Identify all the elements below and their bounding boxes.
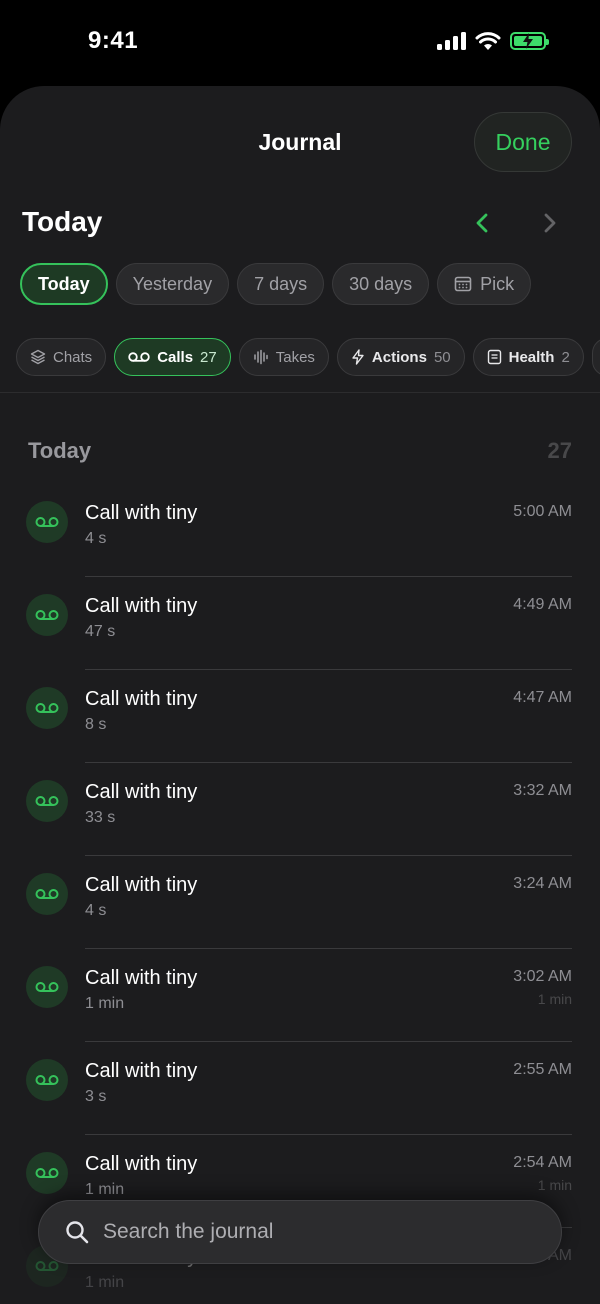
status-bar: 9:41 — [0, 0, 600, 86]
voicemail-icon — [128, 352, 150, 362]
call-duration: 47 s — [85, 623, 116, 640]
chip-label: 30 days — [349, 273, 413, 294]
chip-label: Health — [508, 348, 555, 366]
voicemail-icon — [26, 873, 68, 915]
call-time: 3:02 AM — [513, 968, 572, 985]
call-row[interactable]: Call with tiny 4 s 3:24 AM — [0, 856, 600, 949]
date-heading: Today — [22, 206, 103, 237]
search-icon — [66, 1221, 89, 1244]
filter-chip-more[interactable] — [591, 338, 600, 376]
filter-chip-health[interactable]: Health 2 — [472, 338, 584, 376]
call-time: 3:24 AM — [513, 875, 572, 892]
chip-count: 2 — [561, 348, 570, 366]
range-chip-yesterday[interactable]: Yesterday — [115, 263, 230, 305]
status-icons — [437, 31, 549, 51]
search-bar[interactable]: Search the journal — [38, 1200, 562, 1264]
chevron-left-icon — [476, 213, 488, 233]
call-row[interactable]: Call with tiny 8 s 4:47 AM — [0, 670, 600, 763]
range-chip-30-days[interactable]: 30 days — [332, 263, 430, 305]
call-title: Call with tiny — [85, 688, 198, 710]
journal-sheet: Journal Done Today Today Yesterday 7 day… — [0, 86, 600, 1304]
call-duration: 3 s — [85, 1088, 107, 1105]
call-duration: 1 min — [85, 1274, 125, 1291]
range-chips: Today Yesterday 7 days 30 days Pick — [20, 263, 532, 305]
call-list: Call with tiny 4 s 5:00 AM Call with tiny 47… — [0, 484, 600, 1304]
battery-icon — [510, 32, 549, 50]
layers-icon — [30, 349, 46, 365]
chip-label: Yesterday — [132, 273, 213, 294]
call-time: 3:32 AM — [513, 782, 572, 799]
call-row[interactable]: Call with tiny 33 s 3:32 AM — [0, 763, 600, 856]
chip-label: Actions — [371, 348, 427, 366]
chip-label: Calls — [157, 348, 194, 366]
clipboard-icon — [487, 349, 501, 365]
call-time: 2:54 AM — [513, 1154, 572, 1171]
call-title: Call with tiny — [85, 781, 198, 803]
date-navigation: Today — [0, 200, 600, 258]
sheet-header: Journal Done — [0, 86, 600, 200]
done-button[interactable]: Done — [474, 112, 572, 172]
call-title: Call with tiny — [85, 1153, 198, 1175]
voicemail-icon — [26, 1152, 68, 1194]
section-count: 27 — [547, 438, 572, 463]
range-chip-today[interactable]: Today — [20, 263, 108, 305]
voicemail-icon — [26, 1059, 68, 1101]
filter-chip-takes[interactable]: Takes — [238, 338, 329, 376]
call-duration: 8 s — [85, 716, 107, 733]
call-row[interactable]: Call with tiny 47 s 4:49 AM — [0, 577, 600, 670]
call-row[interactable]: Call with tiny 3 s 2:55 AM — [0, 1042, 600, 1135]
range-chip-7-days[interactable]: 7 days — [237, 263, 325, 305]
call-title: Call with tiny — [85, 1060, 198, 1082]
chip-label: Chats — [53, 348, 93, 366]
call-title: Call with tiny — [85, 874, 198, 896]
wifi-icon — [475, 31, 501, 50]
call-time: 2:55 AM — [513, 1061, 572, 1078]
call-duration: 33 s — [85, 809, 116, 826]
chip-label: Pick — [480, 273, 515, 294]
call-duration: 4 s — [85, 902, 107, 919]
waveform-icon — [253, 349, 268, 365]
call-time: 4:47 AM — [513, 689, 572, 706]
section-title: Today — [28, 438, 92, 463]
filter-chip-chats[interactable]: Chats — [16, 338, 107, 376]
call-title: Call with tiny — [85, 967, 198, 989]
previous-day-button[interactable] — [470, 210, 496, 236]
call-duration: 4 s — [85, 530, 107, 547]
chip-label: Today — [38, 273, 90, 294]
call-time-duration: 1 min — [537, 1177, 572, 1193]
chip-count: 27 — [200, 348, 217, 366]
bolt-icon — [352, 349, 364, 365]
chip-count: 50 — [433, 348, 451, 366]
chevron-right-icon — [544, 213, 556, 233]
filter-separator — [0, 392, 600, 393]
chip-label: Takes — [275, 348, 315, 366]
section-header: Today 27 — [28, 438, 572, 464]
call-title: Call with tiny — [85, 595, 198, 617]
call-row[interactable]: Call with tiny 1 min 3:02 AM 1 min — [0, 949, 600, 1042]
voicemail-icon — [26, 780, 68, 822]
chip-label: 7 days — [254, 273, 308, 294]
call-time: 5:00 AM — [513, 503, 572, 520]
status-time: 9:41 — [88, 27, 139, 54]
filter-chips: Chats Calls 27 Takes Actions 50 Health 2 — [16, 338, 600, 376]
search-placeholder: Search the journal — [103, 1220, 274, 1243]
call-duration: 1 min — [85, 1181, 125, 1198]
call-row[interactable]: Call with tiny 4 s 5:00 AM — [0, 484, 600, 577]
call-duration: 1 min — [85, 995, 125, 1012]
voicemail-icon — [26, 966, 68, 1008]
call-title: Call with tiny — [85, 502, 198, 524]
next-day-button[interactable] — [536, 210, 562, 236]
calendar-icon — [454, 276, 472, 292]
call-time: 4:49 AM — [513, 596, 572, 613]
call-time-duration: 1 min — [537, 991, 572, 1007]
filter-chip-actions[interactable]: Actions 50 — [336, 338, 465, 376]
signal-icon — [437, 32, 466, 50]
voicemail-icon — [26, 501, 68, 543]
filter-chip-calls[interactable]: Calls 27 — [114, 338, 231, 376]
voicemail-icon — [26, 594, 68, 636]
range-chip-pick[interactable]: Pick — [437, 263, 532, 305]
voicemail-icon — [26, 687, 68, 729]
